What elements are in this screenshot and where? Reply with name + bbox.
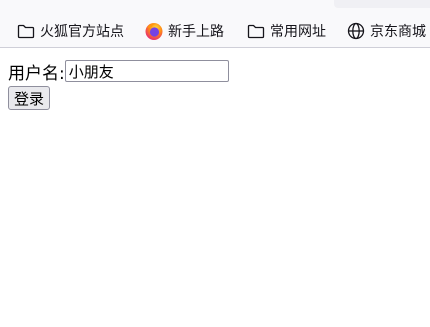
bookmark-getting-started[interactable]: 新手上路 [144,19,224,43]
bookmark-label: 火狐官方站点 [40,24,124,40]
username-row: 用户名: [8,58,229,84]
firefox-icon [144,21,164,41]
bookmark-label: 新手上路 [168,24,224,40]
bookmark-label: 常用网址 [270,24,326,40]
username-label: 用户名: [8,63,65,84]
username-input[interactable] [64,60,229,82]
bookmark-label: 京东商城 [370,24,426,40]
bookmarks-toolbar: 火狐官方站点 新手上路 常用网址 京东商城 [0,0,430,48]
tab-strip-edge [334,0,430,8]
login-button[interactable]: 登录 [8,86,51,110]
login-form: 用户名: 登录 [8,58,229,110]
folder-icon [246,21,266,41]
bookmark-jd-mall[interactable]: 京东商城 [346,19,426,43]
bookmark-common-sites[interactable]: 常用网址 [246,19,326,43]
globe-icon [346,21,366,41]
folder-icon [16,21,36,41]
bookmark-firefox-official[interactable]: 火狐官方站点 [16,19,124,43]
